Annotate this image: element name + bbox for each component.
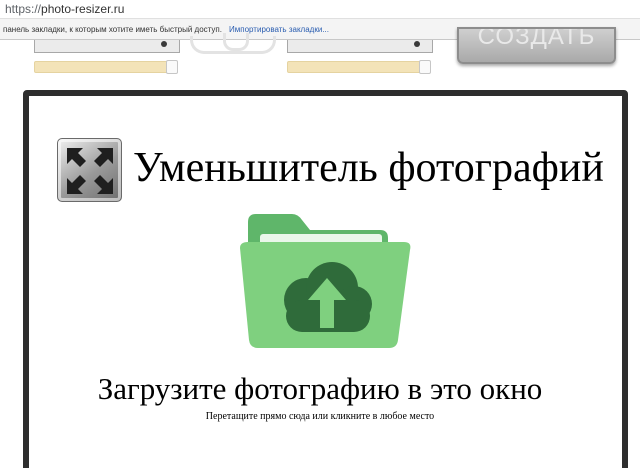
app-title: Уменьшитель фотографий bbox=[133, 145, 604, 191]
url-host: photo-resizer.ru bbox=[41, 2, 125, 16]
url-text[interactable]: https://photo-resizer.ru bbox=[5, 2, 124, 16]
create-button-label: СОЗДАТЬ bbox=[477, 27, 596, 50]
width-field[interactable] bbox=[34, 40, 180, 53]
width-slider[interactable] bbox=[34, 60, 178, 74]
height-field[interactable] bbox=[287, 40, 433, 53]
folder-cloud-upload-icon[interactable] bbox=[240, 212, 412, 359]
slider-handle[interactable] bbox=[419, 60, 431, 74]
url-scheme: https:// bbox=[5, 2, 42, 16]
create-button[interactable]: СОЗДАТЬ bbox=[457, 27, 616, 64]
upload-heading: Загрузите фотографию в это окно bbox=[97, 371, 543, 406]
field-dot-icon bbox=[161, 41, 167, 47]
upload-subtext: Перетащите прямо сюда или кликните в люб… bbox=[205, 411, 435, 422]
arrows-inward-icon bbox=[57, 138, 122, 202]
slider-handle[interactable] bbox=[166, 60, 178, 74]
chain-link-icon[interactable] bbox=[190, 33, 276, 54]
field-dot-icon bbox=[414, 41, 420, 47]
address-bar[interactable]: https://photo-resizer.ru bbox=[0, 0, 640, 19]
height-slider[interactable] bbox=[287, 60, 431, 74]
